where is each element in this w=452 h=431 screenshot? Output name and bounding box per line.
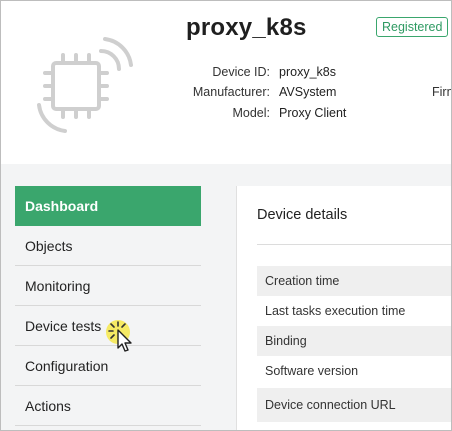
detail-row-software-version: Software version	[265, 364, 359, 378]
sidebar-item-monitoring[interactable]: Monitoring	[15, 266, 201, 306]
chip-wireless-icon	[37, 37, 133, 133]
manufacturer-value: AVSystem	[279, 85, 337, 99]
sidebar-item-dashboard[interactable]: Dashboard	[15, 186, 201, 226]
device-sidebar-nav: Dashboard Objects Monitoring Device test…	[15, 186, 201, 426]
detail-row-binding: Binding	[257, 326, 451, 356]
sidebar-item-actions[interactable]: Actions	[15, 386, 201, 426]
panel-title: Device details	[257, 207, 348, 223]
device-id-label: Device ID:	[212, 65, 270, 79]
device-id-value: proxy_k8s	[279, 65, 336, 79]
device-header: proxy_k8s Registered Device ID: proxy_k8…	[1, 1, 451, 164]
detail-row-creation-time: Creation time	[257, 266, 451, 296]
firmware-label-truncated: Firm	[432, 85, 451, 99]
detail-row-device-connection-url: Device connection URL	[257, 388, 451, 422]
device-page: proxy_k8s Registered Device ID: proxy_k8…	[0, 0, 452, 431]
manufacturer-label: Manufacturer:	[192, 85, 270, 99]
panel-divider	[257, 244, 451, 245]
model-value: Proxy Client	[279, 106, 347, 120]
pointer-cursor-icon	[106, 320, 132, 352]
sidebar-item-objects[interactable]: Objects	[15, 226, 201, 266]
status-badge: Registered	[376, 17, 449, 37]
device-details-panel: Device details Creation time Last tasks …	[236, 186, 451, 430]
detail-row-last-tasks-execution-time: Last tasks execution time	[265, 304, 406, 318]
model-label: Model:	[232, 106, 270, 120]
page-title: proxy_k8s	[186, 14, 307, 41]
